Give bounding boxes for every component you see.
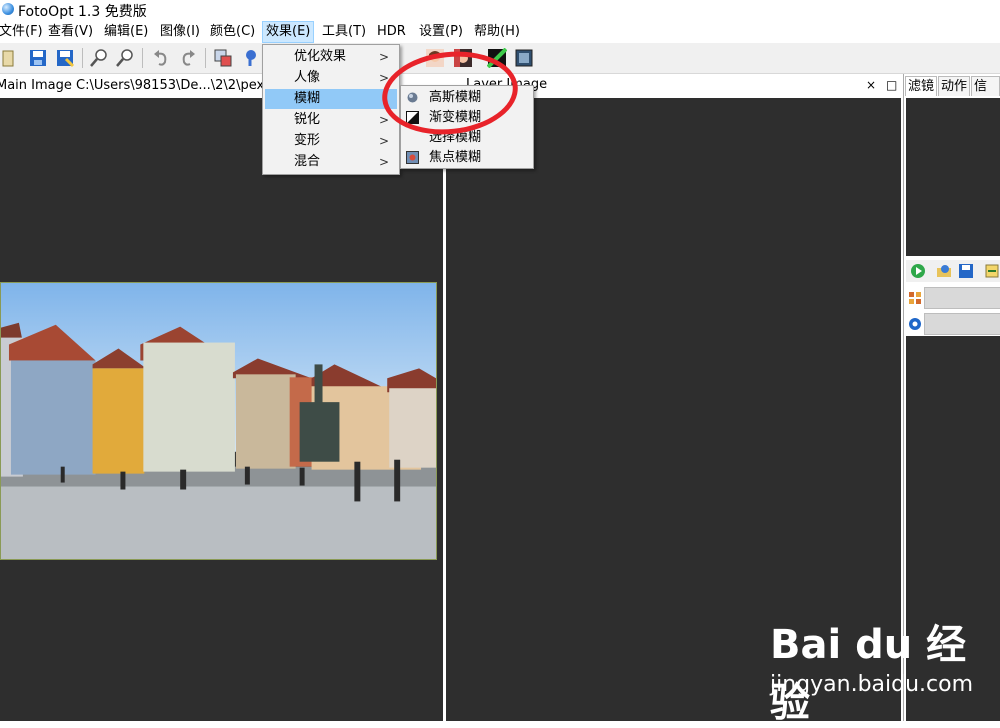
resize-image-icon[interactable] [212, 47, 234, 69]
menu-item-portrait[interactable]: 人像 > [265, 68, 397, 88]
save-as-icon[interactable] [54, 47, 76, 69]
menu-edit[interactable]: 编辑(E) [101, 21, 151, 43]
target-icon [909, 318, 921, 330]
menu-item-distort[interactable]: 变形 > [265, 131, 397, 151]
open-file-icon[interactable] [0, 47, 18, 69]
menu-bar: 文件(F) 查看(V) 编辑(E) 图像(I) 颜色(C) 效果(E) 工具(T… [0, 21, 1000, 43]
action-row[interactable] [906, 312, 1000, 336]
color-picker-icon[interactable] [240, 47, 262, 69]
zoom-in-icon[interactable] [88, 47, 110, 69]
menu-item-label: 焦点模糊 [429, 150, 482, 165]
focus-blur-icon [406, 151, 419, 164]
chevron-right-icon: > [378, 155, 389, 169]
menu-effects[interactable]: 效果(E) [262, 21, 315, 43]
menu-item-blur[interactable]: 模糊 [265, 89, 397, 109]
save-icon[interactable] [27, 47, 49, 69]
menu-file[interactable]: 文件(F) [0, 21, 46, 43]
menu-item-focus-blur[interactable]: 焦点模糊 [403, 148, 531, 168]
effects-menu: 优化效果 > 人像 > 模糊 锐化 > 变形 > 混合 > [262, 44, 400, 175]
play-icon[interactable] [910, 263, 926, 279]
action-toolbar [906, 260, 1000, 282]
chevron-right-icon: > [378, 50, 389, 64]
town-square-photo [1, 283, 436, 559]
watermark-brand: Bai du 经验 [770, 622, 967, 726]
watermark-url: jingyan.baidu.com [770, 672, 974, 697]
menu-item-label: 优化效果 [294, 49, 347, 64]
filter-preview-area [906, 98, 1000, 256]
action-slot[interactable] [924, 313, 1000, 335]
menu-item-label: 锐化 [294, 112, 321, 127]
photo-filter-icon[interactable] [513, 47, 535, 69]
menu-item-label: 模糊 [294, 91, 321, 106]
menu-item-label: 混合 [294, 154, 321, 169]
tab-info[interactable]: 信息 [971, 76, 1000, 114]
close-icon[interactable]: × [866, 78, 876, 92]
tab-filters[interactable]: 滤镜 [905, 76, 938, 96]
menu-item-label: 变形 [294, 133, 321, 148]
layers-icon [909, 292, 921, 304]
menu-item-blend[interactable]: 混合 > [265, 152, 397, 172]
app-logo-icon [2, 3, 14, 15]
title-bar: FotoOpt 1.3 免费版 [0, 0, 1000, 20]
menu-item-sharpen[interactable]: 锐化 > [265, 110, 397, 130]
save-action-icon[interactable] [958, 263, 974, 279]
tab-actions[interactable]: 动作 [938, 76, 971, 96]
menu-view[interactable]: 查看(V) [45, 21, 96, 43]
restore-icon[interactable]: □ [886, 78, 897, 92]
menu-tools[interactable]: 工具(T) [319, 21, 369, 43]
menu-help[interactable]: 帮助(H) [471, 21, 523, 43]
undo-icon[interactable] [150, 47, 172, 69]
redo-icon[interactable] [177, 47, 199, 69]
window-title: FotoOpt 1.3 免费版 [18, 4, 147, 20]
main-image-photo[interactable] [0, 282, 437, 560]
zoom-out-icon[interactable] [114, 47, 136, 69]
menu-image[interactable]: 图像(I) [157, 21, 203, 43]
menu-hdr[interactable]: HDR [374, 21, 409, 43]
toolbar-separator [142, 48, 143, 68]
menu-item-label: 人像 [294, 70, 321, 85]
menu-color[interactable]: 颜色(C) [207, 21, 258, 43]
toolbar-separator [205, 48, 206, 68]
action-slot[interactable] [924, 287, 1000, 309]
action-row[interactable] [906, 286, 1000, 310]
baidu-watermark: Bai du 经验 jingyan.baidu.com [770, 612, 990, 726]
toolbar-separator [82, 48, 83, 68]
menu-item-optimize[interactable]: 优化效果 > [265, 47, 397, 67]
menu-settings[interactable]: 设置(P) [416, 21, 466, 43]
main-image-path: Main Image C:\Users\98153\De...\2\2\pexe [0, 78, 272, 93]
export-action-icon[interactable] [984, 263, 1000, 279]
chevron-right-icon: > [378, 134, 389, 148]
open-action-icon[interactable] [936, 263, 952, 279]
